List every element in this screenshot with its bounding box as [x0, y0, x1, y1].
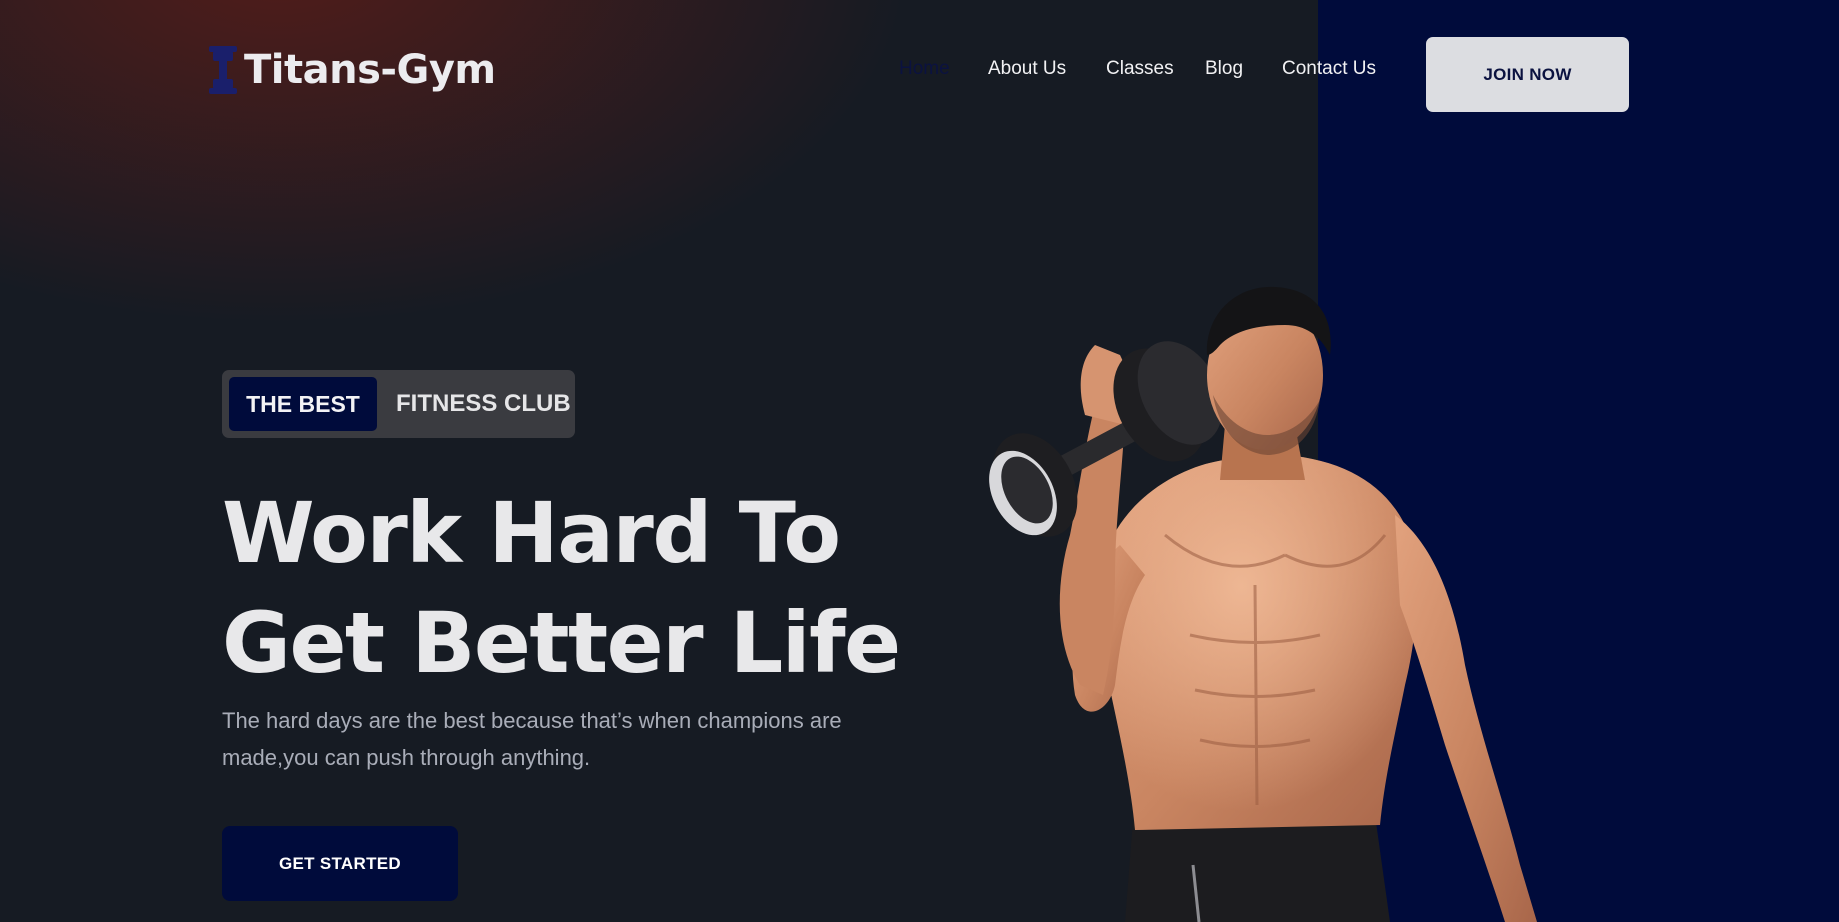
headline-line-2: Get Better Life	[222, 594, 901, 692]
nav-item-contact-us[interactable]: Contact Us	[1282, 58, 1376, 80]
dumbbell-icon	[209, 46, 237, 94]
nav-item-about-us[interactable]: About Us	[988, 58, 1066, 80]
nav-item-blog[interactable]: Blog	[1205, 58, 1243, 80]
badge-text: FITNESS CLUB	[396, 390, 571, 417]
nav-item-home[interactable]: Home	[899, 58, 950, 80]
athlete-image	[989, 286, 1537, 922]
hero-headline: Work Hard To Get Better Life	[222, 478, 901, 698]
site-logo[interactable]: Titans-Gym	[208, 44, 496, 96]
nav-item-classes[interactable]: Classes	[1106, 58, 1174, 80]
headline-line-1: Work Hard To	[222, 484, 841, 582]
hero-subtext: The hard days are the best because that’…	[222, 708, 842, 770]
get-started-button[interactable]: GET STARTED	[222, 826, 458, 901]
hero-badge: THE BEST FITNESS CLUB	[222, 370, 575, 438]
join-now-button[interactable]: JOIN NOW	[1426, 37, 1629, 112]
badge-highlight: THE BEST	[229, 377, 377, 431]
logo-text: Titans-Gym	[244, 47, 496, 93]
